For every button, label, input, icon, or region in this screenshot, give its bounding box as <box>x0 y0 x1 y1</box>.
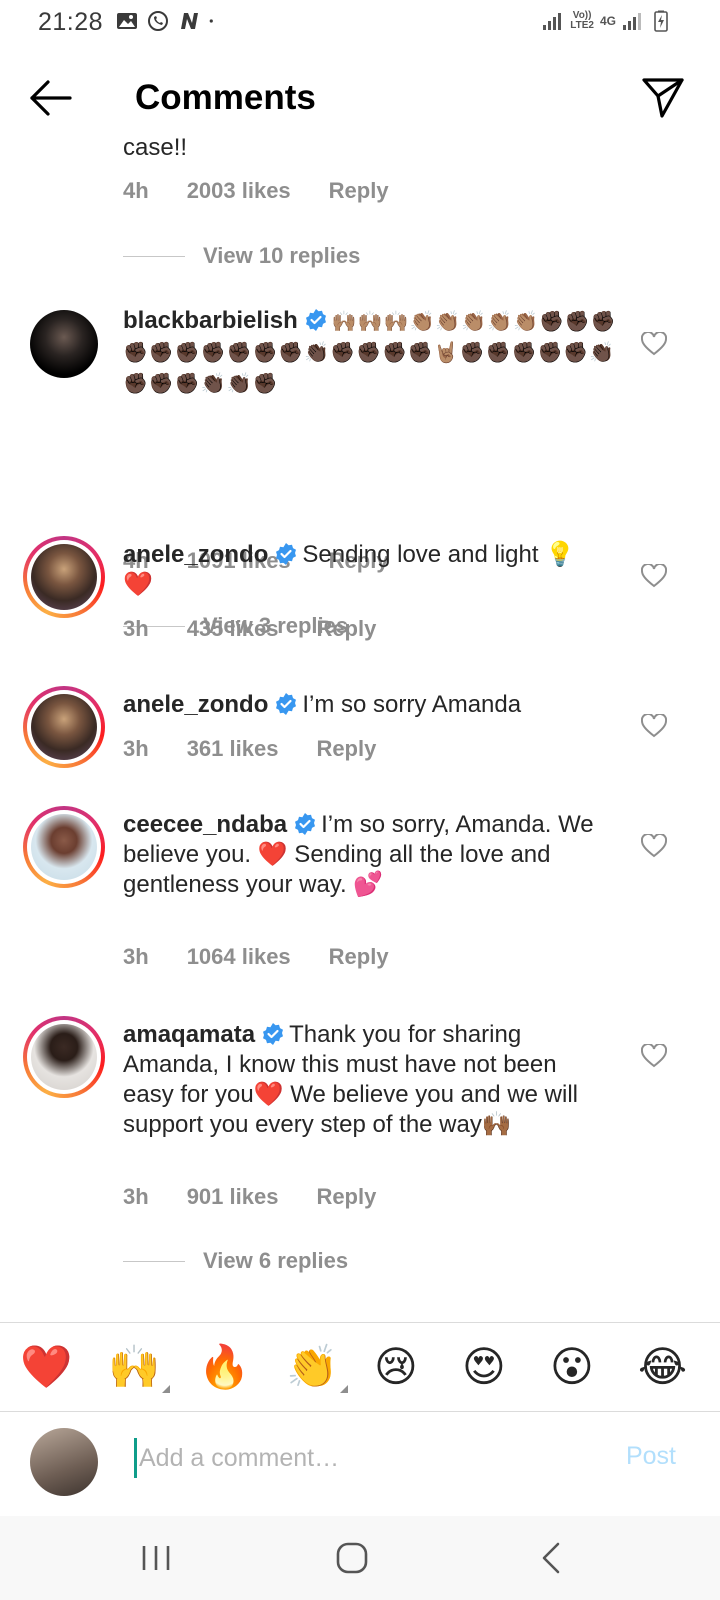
reaction-laughing[interactable]: 😂 <box>638 1343 687 1391</box>
comment-time: 3h <box>123 944 149 969</box>
reaction-raised-hands[interactable]: 🙌 <box>108 1343 171 1393</box>
comment-list[interactable]: case!! 4h 2003 likes Reply View 10 repli… <box>0 136 720 1322</box>
skin-tone-indicator-icon <box>162 1385 171 1393</box>
comment-text: I’m so sorry Amanda <box>302 691 522 718</box>
heart-icon[interactable] <box>641 1044 667 1068</box>
heart-icon[interactable] <box>641 834 667 858</box>
paper-plane-icon[interactable] <box>640 74 686 120</box>
comment-body: ceecee_ndaba I’m so sorry, Amanda. We bel… <box>123 810 623 900</box>
arrow-left-icon[interactable] <box>26 78 74 118</box>
avatar[interactable] <box>23 1016 105 1098</box>
battery-charging-icon <box>654 10 668 32</box>
username[interactable]: amaqamata <box>123 1021 255 1048</box>
comment-body: blackbarbielish 🙌🏽🙌🏽🙌🏽👏🏽👏🏽👏🏽👏🏽👏🏽✊🏿✊🏿✊🏿✊🏿✊… <box>123 306 623 399</box>
status-notification-icons <box>116 10 219 32</box>
n-app-icon <box>181 13 198 29</box>
network-bottom-label: LTE2 <box>570 20 594 31</box>
status-system-icons: Vo)) LTE2 4G <box>542 10 672 32</box>
heart-icon[interactable] <box>641 714 667 738</box>
divider-line <box>123 1260 185 1262</box>
signal-icon <box>543 13 562 30</box>
back-chevron-icon[interactable] <box>530 1536 574 1580</box>
view-replies-button[interactable]: View 10 replies <box>123 243 360 269</box>
dot-icon <box>209 19 213 23</box>
page-title: Comments <box>135 78 316 117</box>
comment-meta: 3h 435 likes Reply <box>123 616 414 642</box>
recents-icon[interactable] <box>134 1536 178 1580</box>
verified-badge-icon <box>276 543 297 565</box>
comment-likes[interactable]: 901 likes <box>187 1184 279 1210</box>
divider-line <box>123 255 185 257</box>
reaction-clap[interactable]: 👏 <box>286 1343 349 1393</box>
comment-meta: 3h 1064 likes Reply <box>123 944 427 970</box>
reaction-crying[interactable]: 😢 <box>374 1343 418 1391</box>
comment-likes[interactable]: 361 likes <box>187 736 279 762</box>
comment-body: amaqamata Thank you for sharing Amanda, I… <box>123 1020 593 1140</box>
comment-meta: 3h 361 likes Reply <box>123 736 414 762</box>
reaction-fire[interactable]: 🔥 <box>198 1343 250 1391</box>
view-replies-label: View 6 replies <box>203 1248 349 1273</box>
heart-icon[interactable] <box>641 332 667 356</box>
post-button[interactable]: Post <box>626 1442 676 1471</box>
verified-badge-icon <box>276 693 297 715</box>
comment-composer: Post <box>0 1412 720 1516</box>
comment-time: 4h <box>123 178 149 203</box>
net-type-label: 4G <box>599 14 616 28</box>
comment-likes[interactable]: 2003 likes <box>187 178 291 204</box>
reaction-clap-emoji: 👏 <box>286 1343 339 1390</box>
header: Comments <box>0 60 720 136</box>
comment-likes[interactable]: 435 likes <box>187 616 279 642</box>
verified-badge-icon <box>305 309 326 331</box>
home-icon[interactable] <box>330 1536 374 1580</box>
reaction-heart-eyes[interactable]: 😍 <box>462 1343 506 1391</box>
verified-badge-icon <box>295 813 316 835</box>
gallery-icon <box>117 13 137 29</box>
signal-icon <box>623 13 641 30</box>
reaction-surprised[interactable]: 😮 <box>550 1343 594 1391</box>
avatar[interactable] <box>23 536 105 618</box>
heart-icon[interactable] <box>641 564 667 588</box>
comment-input[interactable] <box>134 1438 574 1478</box>
comment-body: anele_zondo I’m so sorry Amanda <box>123 690 623 720</box>
username[interactable]: anele_zondo <box>123 691 268 718</box>
reply-button[interactable]: Reply <box>316 616 376 642</box>
view-replies-button[interactable]: View 6 replies <box>123 1248 348 1274</box>
comment-meta: 3h 901 likes Reply <box>123 1184 414 1210</box>
comment-text: case!! <box>123 136 188 161</box>
username[interactable]: anele_zondo <box>123 541 268 568</box>
verified-badge-icon <box>263 1023 284 1045</box>
avatar[interactable] <box>30 310 98 378</box>
system-nav-bar <box>0 1516 720 1600</box>
skin-tone-indicator-icon <box>340 1385 349 1393</box>
reaction-heart[interactable]: ❤️ <box>20 1343 72 1391</box>
username[interactable]: blackbarbielish <box>123 307 298 334</box>
reply-button[interactable]: Reply <box>329 178 389 204</box>
avatar[interactable] <box>23 806 105 888</box>
comment-time: 3h <box>123 1184 149 1209</box>
status-bar: 21:28 Vo)) LTE2 4G <box>0 0 720 46</box>
network-label: Vo)) LTE2 <box>570 11 594 31</box>
reply-button[interactable]: Reply <box>329 944 389 970</box>
quick-reaction-bar: ❤️ 🙌 🔥 👏 😢 😍 😮 😂 <box>0 1322 720 1412</box>
reply-button[interactable]: Reply <box>316 736 376 762</box>
status-time: 21:28 <box>38 8 104 36</box>
comment-body: anele_zondo Sending love and light 💡 ❤️ <box>123 540 603 600</box>
comment-likes[interactable]: 1064 likes <box>187 944 291 970</box>
avatar[interactable] <box>23 686 105 768</box>
whatsapp-icon <box>148 11 168 31</box>
view-replies-label: View 10 replies <box>203 243 361 268</box>
username[interactable]: ceecee_ndaba <box>123 811 287 838</box>
avatar <box>30 1428 98 1496</box>
comment-meta: 4h 2003 likes Reply <box>123 178 427 204</box>
reply-button[interactable]: Reply <box>316 1184 376 1210</box>
reaction-raised-hands-emoji: 🙌 <box>108 1343 161 1390</box>
comment-time: 3h <box>123 616 149 641</box>
comment-time: 3h <box>123 736 149 761</box>
